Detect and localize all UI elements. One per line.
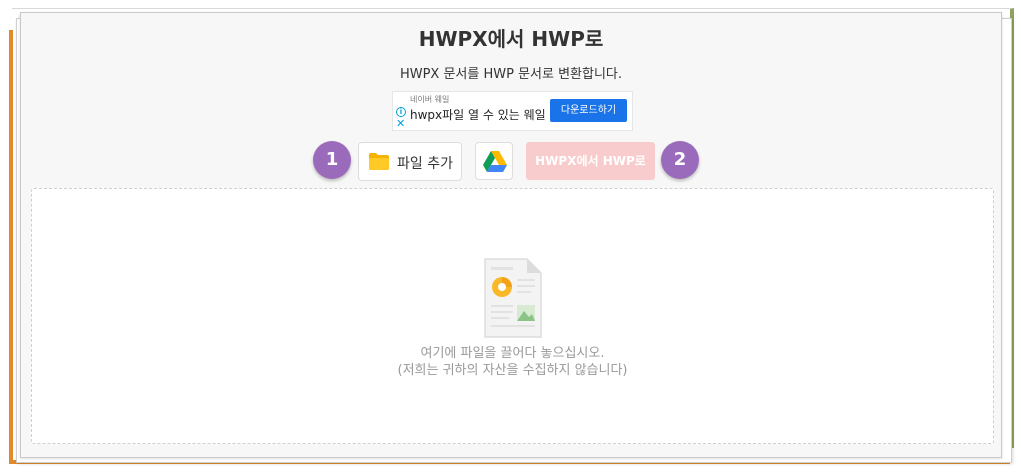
convert-button[interactable]: HWPX에서 HWP로	[526, 142, 655, 180]
step-badge-2: 2	[661, 141, 699, 179]
ad-download-button[interactable]: 다운로드하기	[550, 99, 627, 122]
step-badge-1: 1	[313, 141, 351, 179]
page-title: HWPX에서 HWP로	[418, 27, 604, 51]
add-file-button[interactable]: 파일 추가	[358, 142, 462, 181]
google-drive-button[interactable]	[475, 142, 513, 180]
ad-headline[interactable]: hwpx파일 열 수 있는 웨일	[410, 106, 546, 123]
file-dropzone[interactable]: 여기에 파일을 끌어다 놓으십시오. (저희는 귀하의 자산을 수집하지 않습니…	[31, 188, 994, 444]
google-drive-icon	[483, 151, 507, 172]
dropzone-privacy-note: (저희는 귀하의 자산을 수집하지 않습니다)	[397, 363, 628, 378]
ad-banner[interactable]: i ✕ 네이버 웨일 hwpx파일 열 수 있는 웨일 다운로드하기	[392, 91, 633, 131]
ad-sponsor-label: 네이버 웨일	[410, 95, 450, 104]
document-icon	[484, 258, 542, 338]
add-file-label: 파일 추가	[397, 156, 453, 172]
ad-info-icon[interactable]: i	[396, 107, 406, 117]
page-subtitle: HWPX 문서를 HWP 문서로 변환합니다.	[399, 67, 623, 82]
ad-close-icon[interactable]: ✕	[396, 118, 405, 129]
folder-icon	[369, 153, 389, 170]
converter-panel: HWPX에서 HWP로 HWPX 문서를 HWP 문서로 변환합니다. i ✕ …	[20, 12, 1002, 458]
